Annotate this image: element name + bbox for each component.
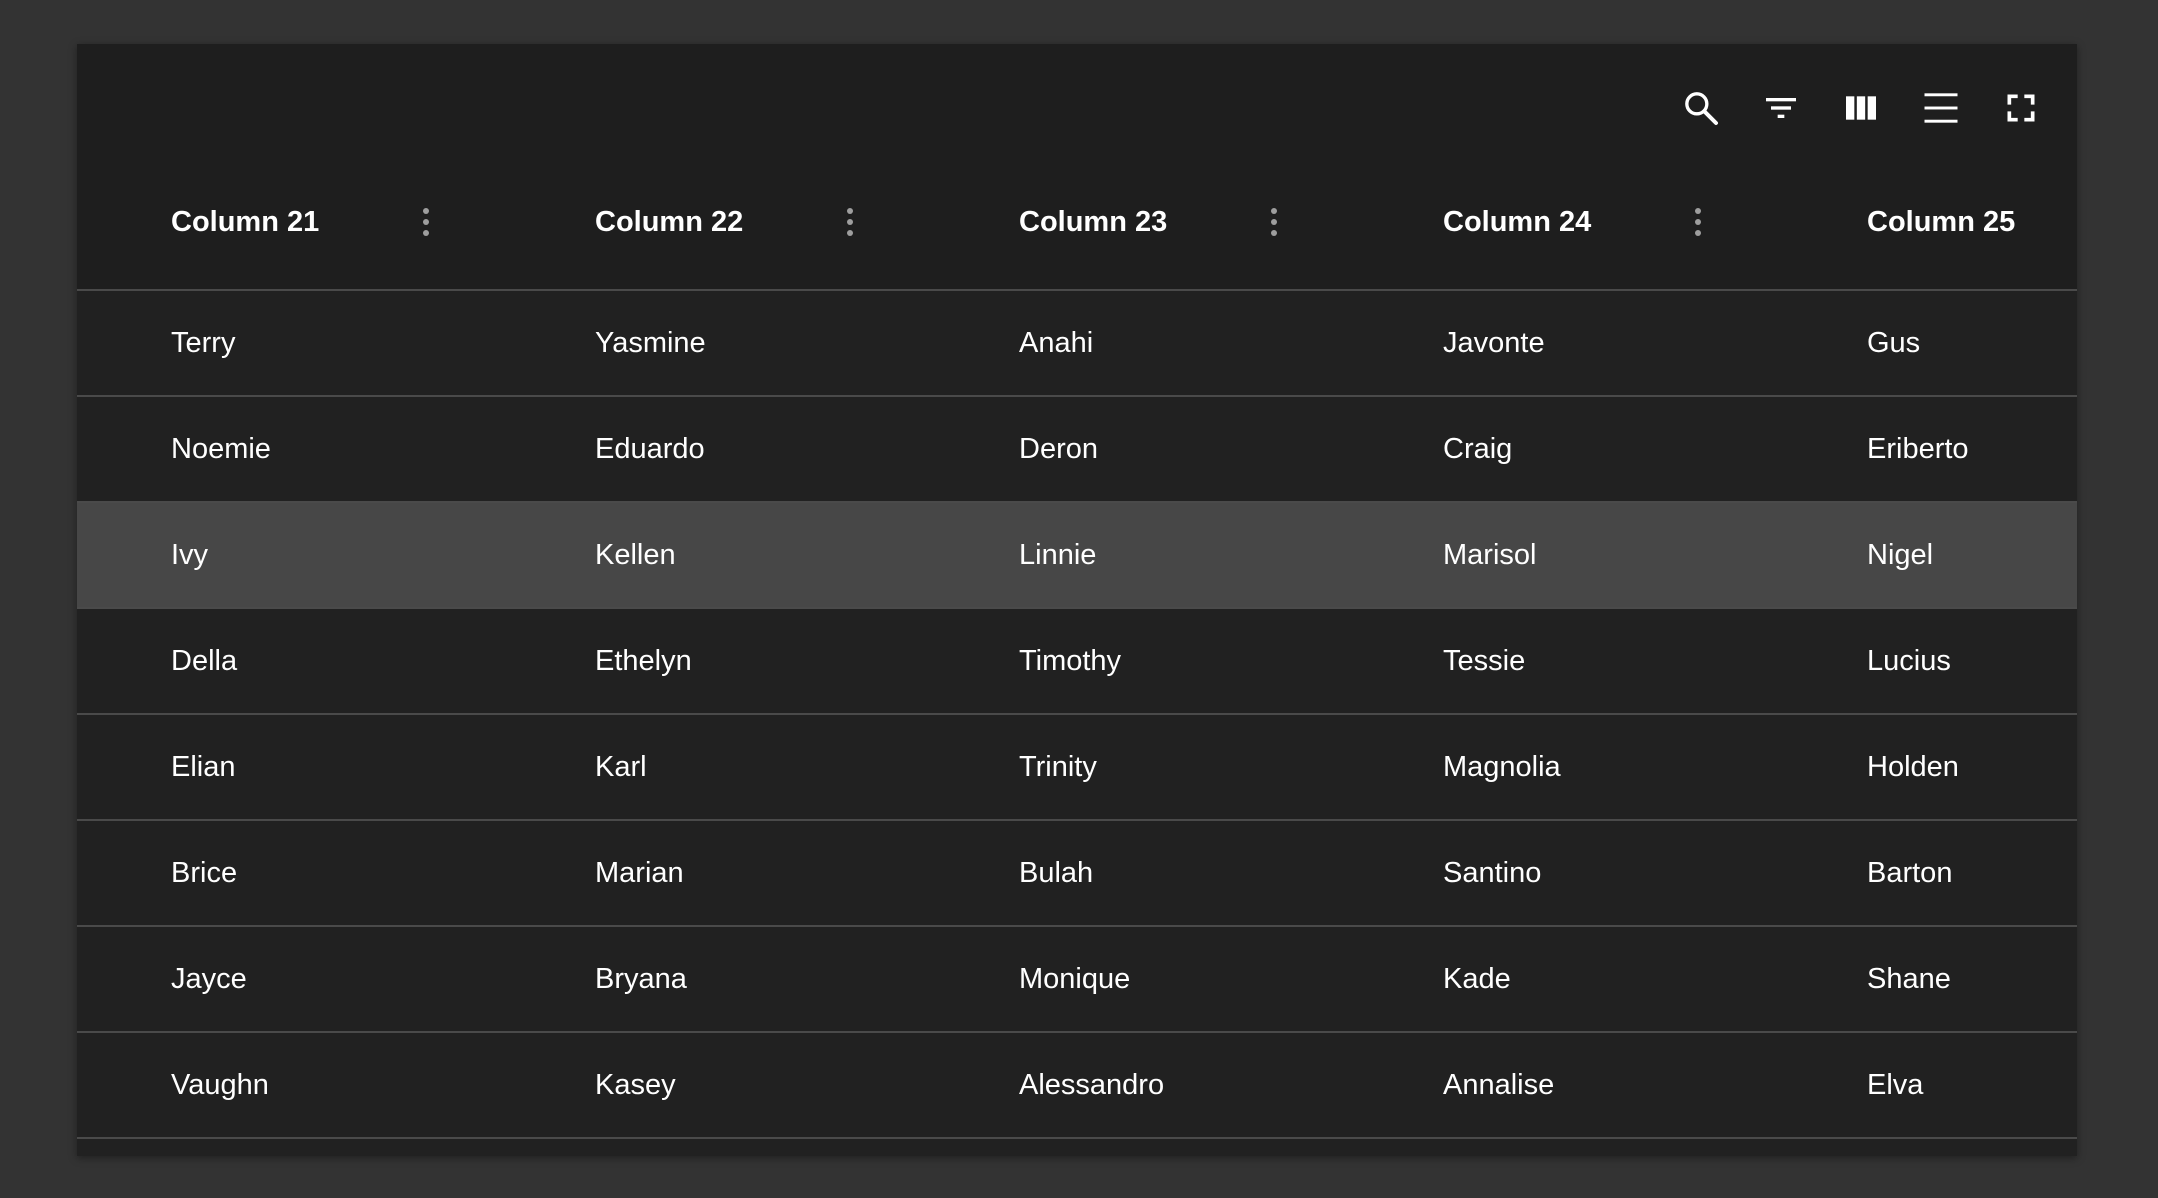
column-header-24[interactable]: Column 24 [1443,156,1591,289]
column-header-23[interactable]: Column 23 [1019,156,1167,289]
table-body: Terry Yasmine Anahi Javonte Gus Noemie Eduardo… [77,291,2077,1156]
table-cell[interactable]: Monique [1019,927,1130,1031]
density-button[interactable] [1913,80,1969,136]
more-vertical-icon [847,208,853,236]
table-row[interactable]: Noemie Eduardo Deron Craig Eriberto [77,397,2077,503]
table-cell[interactable]: Tessie [1443,609,1525,713]
table-row[interactable]: Brice Marian Bulah Santino Barton [77,821,2077,927]
table-cell[interactable]: Bulah [1019,821,1093,925]
table-cell[interactable]: Marisol [1443,503,1536,607]
column-header-label: Column 23 [1019,206,1168,238]
table-cell[interactable]: Terry [171,291,235,395]
column-header-21[interactable]: Column 21 [171,156,319,289]
table-cell[interactable]: Holden [1867,715,1959,819]
table-row[interactable]: Ivy Kellen Linnie Marisol Nigel [77,503,2077,609]
table-row[interactable]: Vaughn Kasey Alessandro Annalise Elva [77,1033,2077,1139]
table-cell[interactable]: Jayce [171,927,247,1031]
table-cell[interactable]: Santino [1443,821,1541,925]
table-cell[interactable]: Lucius [1867,609,1951,713]
search-button[interactable] [1673,80,1729,136]
table-cell[interactable]: Barton [1867,821,1952,925]
fullscreen-button[interactable] [1993,80,2049,136]
table-cell[interactable]: Karl [595,715,647,819]
column-menu-button-22[interactable] [822,194,878,250]
table-cell[interactable]: Della [171,609,237,713]
table-cell[interactable]: Santiago [171,1139,286,1156]
column-menu-button-24[interactable] [1670,194,1726,250]
table-cell[interactable]: Trinity [1019,715,1097,819]
table-cell[interactable]: Gus [1867,291,1920,395]
table-cell[interactable]: Annalise [1443,1033,1554,1137]
data-table: Column 21 Column 22 Column 23 Column 24 [77,44,2077,1156]
table-cell[interactable]: Eriberto [1867,397,1969,501]
table-cell[interactable]: Jovanny [1019,1139,1127,1156]
density-icon [1924,93,1958,123]
filter-button[interactable] [1753,80,1809,136]
column-header-label: Column 22 [595,206,744,238]
table-cell[interactable]: Javonte [1443,291,1545,395]
table-row[interactable]: Santiago Bennett Jovanny Vivianne Anderson [77,1139,2077,1156]
table-cell[interactable]: Ethelyn [595,609,692,713]
table-row[interactable]: Della Ethelyn Timothy Tessie Lucius [77,609,2077,715]
table-cell[interactable]: Shane [1867,927,1951,1031]
columns-button[interactable] [1833,80,1889,136]
table-cell[interactable]: Elian [171,715,236,819]
column-menu-button-21[interactable] [398,194,454,250]
table-cell[interactable]: Kade [1443,927,1511,1031]
search-icon [1685,92,1718,125]
column-header-label: Column 25 [1867,206,2016,238]
table-cell[interactable]: Bryana [595,927,687,1031]
table-cell[interactable]: Marian [595,821,684,925]
table-cell[interactable]: Kasey [595,1033,676,1137]
table-cell[interactable]: Magnolia [1443,715,1561,819]
table-cell[interactable]: Eduardo [595,397,705,501]
table-cell[interactable]: Elva [1867,1033,1923,1137]
more-vertical-icon [1695,208,1701,236]
table-cell[interactable]: Vivianne [1443,1139,1554,1156]
table-cell[interactable]: Alessandro [1019,1033,1164,1137]
table-cell[interactable]: Timothy [1019,609,1121,713]
table-cell[interactable]: Ivy [171,503,208,607]
table-row[interactable]: Elian Karl Trinity Magnolia Holden [77,715,2077,821]
table-cell[interactable]: Brice [171,821,237,925]
table-cell[interactable]: Anderson [1867,1139,1991,1156]
table-cell[interactable]: Kellen [595,503,676,607]
filter-icon [1766,98,1796,118]
table-cell[interactable]: Yasmine [595,291,706,395]
table-row[interactable]: Jayce Bryana Monique Kade Shane [77,927,2077,1033]
table-cell[interactable]: Craig [1443,397,1512,501]
view-column-icon [1846,96,1876,120]
table-cell[interactable]: Bennett [595,1139,695,1156]
table-cell[interactable]: Deron [1019,397,1098,501]
table-cell[interactable]: Anahi [1019,291,1093,395]
table-cell[interactable]: Noemie [171,397,271,501]
table-cell[interactable]: Linnie [1019,503,1096,607]
table-row[interactable]: Terry Yasmine Anahi Javonte Gus [77,291,2077,397]
column-menu-button-23[interactable] [1246,194,1302,250]
table-header-row: Column 21 Column 22 Column 23 Column 24 [77,156,2077,291]
more-vertical-icon [1271,208,1277,236]
more-vertical-icon [423,208,429,236]
column-header-22[interactable]: Column 22 [595,156,743,289]
fullscreen-icon [2007,94,2035,122]
column-header-label: Column 21 [171,206,320,238]
column-header-label: Column 24 [1443,206,1592,238]
table-toolbar [77,44,2077,156]
column-header-25[interactable]: Column 25 [1867,156,2015,289]
table-cell[interactable]: Vaughn [171,1033,269,1137]
table-cell[interactable]: Nigel [1867,503,1933,607]
